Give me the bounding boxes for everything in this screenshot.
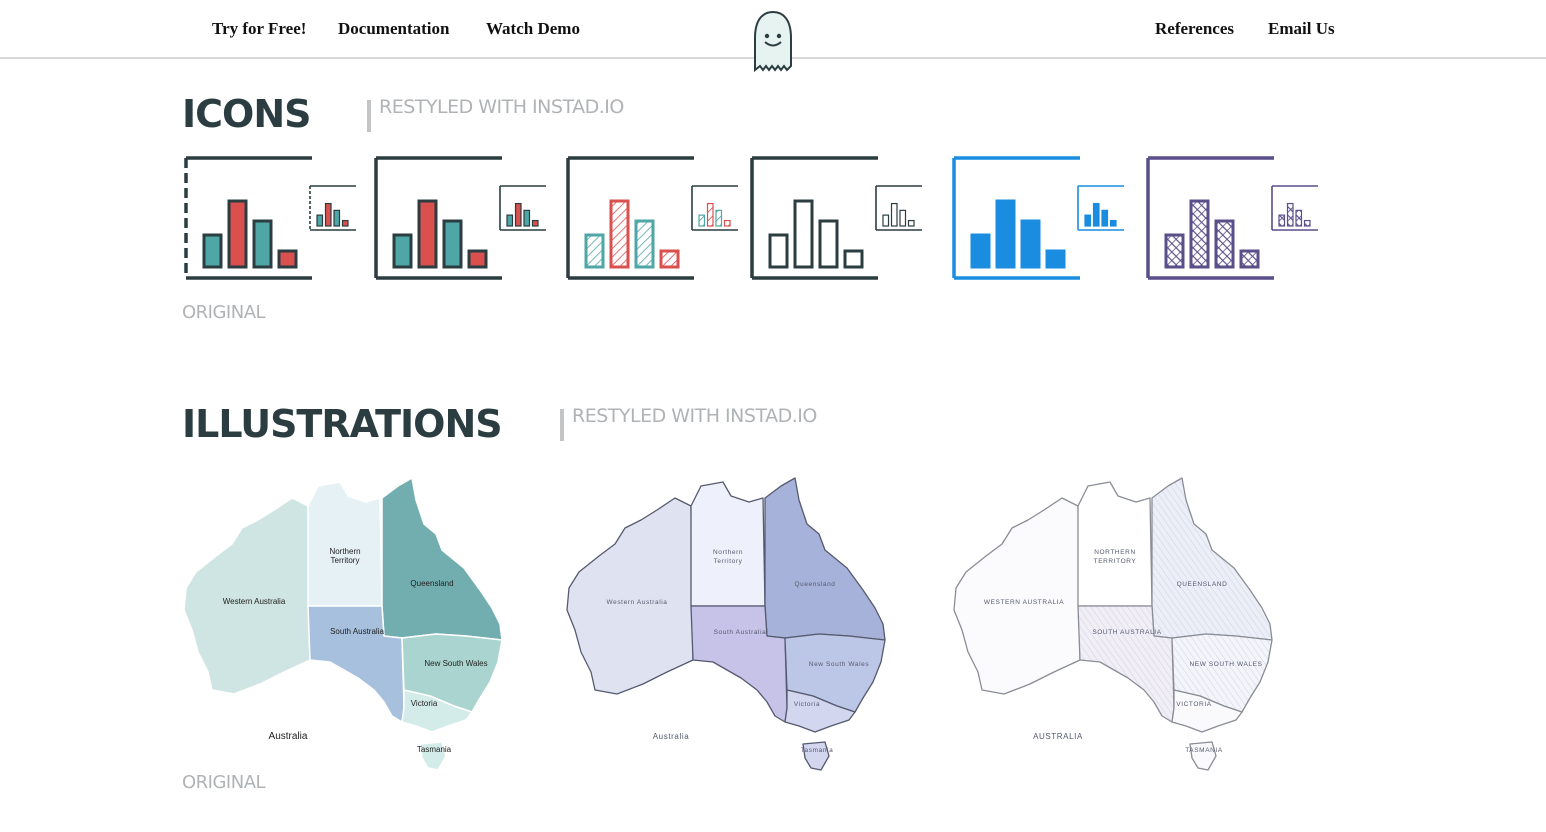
state-label-vic: Victoria [794, 701, 820, 708]
state-nt [690, 481, 766, 607]
state-label-sa: South Australia [714, 629, 767, 636]
state-label-sa: South Australia [330, 627, 384, 636]
australia-map-pencil: WESTERN AUSTRALIA NORTHERN TERRITORY QUEENS… [953, 477, 1273, 771]
illustrations-original-caption: ORIGINAL [182, 772, 266, 793]
australia-map-original: Western Australia NorthernTerritory Queens… [183, 477, 503, 771]
state-label-tas: TASMANIA [1185, 747, 1223, 754]
state-label-qld: Queensland [794, 581, 835, 588]
icons-section-title: ICONS [182, 92, 312, 136]
state-label-nsw: New South Wales [424, 659, 487, 668]
state-label-wa: WESTERN AUSTRALIA [984, 599, 1064, 606]
state-label-nt: Territory [714, 558, 743, 565]
subtitle-divider [560, 409, 564, 441]
state-qld [1151, 477, 1273, 641]
state-label-tas: Tasmania [801, 747, 834, 754]
bar-chart-icon [184, 156, 356, 280]
illustrations-restyled-subtitle: RESTYLED WITH INSTAD.IO [572, 405, 817, 427]
country-label: Australia [269, 731, 308, 742]
state-label-nt: Northern [329, 547, 360, 556]
state-label-wa: Western Australia [223, 597, 286, 606]
state-nt [307, 481, 383, 607]
nav-watch-demo[interactable]: Watch Demo [486, 19, 580, 39]
state-label-wa: Western Australia [606, 599, 667, 606]
nav-documentation[interactable]: Documentation [338, 19, 449, 39]
nav-references[interactable]: References [1155, 19, 1234, 39]
subtitle-divider [367, 100, 371, 132]
state-label-nt: NORTHERN [1094, 549, 1136, 556]
nav-try-for-free[interactable]: Try for Free! [212, 19, 306, 39]
bar-chart-icon [750, 156, 922, 280]
state-label-tas: Tasmania [417, 745, 452, 754]
bar-chart-icon [566, 156, 738, 280]
country-label: AUSTRALIA [1033, 732, 1083, 741]
icons-original-caption: ORIGINAL [182, 302, 266, 323]
state-wa [183, 497, 311, 695]
state-label-vic: VICTORIA [1176, 701, 1211, 708]
state-nt [1077, 481, 1153, 607]
state-label-nsw: NEW SOUTH WALES [1189, 661, 1262, 668]
bar-chart-icon [374, 156, 546, 280]
illustrations-section-title: ILLUSTRATIONS [182, 402, 503, 446]
australia-map-sketch: Western Australia Northern Territory Queens… [566, 477, 886, 771]
state-label-sa: SOUTH AUSTRALIA [1092, 629, 1161, 636]
state-qld [764, 477, 886, 641]
country-label: Australia [653, 732, 690, 741]
bar-chart-icon [952, 156, 1124, 280]
state-label-nt: Northern [713, 549, 743, 556]
state-label-qld: QUEENSLAND [1177, 581, 1228, 588]
state-label-nt: Territory [331, 556, 360, 565]
state-label-nt: TERRITORY [1094, 558, 1137, 565]
icons-restyled-subtitle: RESTYLED WITH INSTAD.IO [379, 96, 624, 118]
ghost-logo-icon[interactable] [750, 8, 796, 72]
state-wa [566, 497, 694, 695]
state-wa [953, 497, 1081, 695]
state-label-qld: Queensland [410, 579, 453, 588]
nav-email-us[interactable]: Email Us [1268, 19, 1335, 39]
state-label-vic: Victoria [411, 699, 438, 708]
state-label-nsw: New South Wales [809, 661, 870, 668]
bar-chart-icon [1146, 156, 1318, 280]
state-qld [381, 477, 503, 641]
